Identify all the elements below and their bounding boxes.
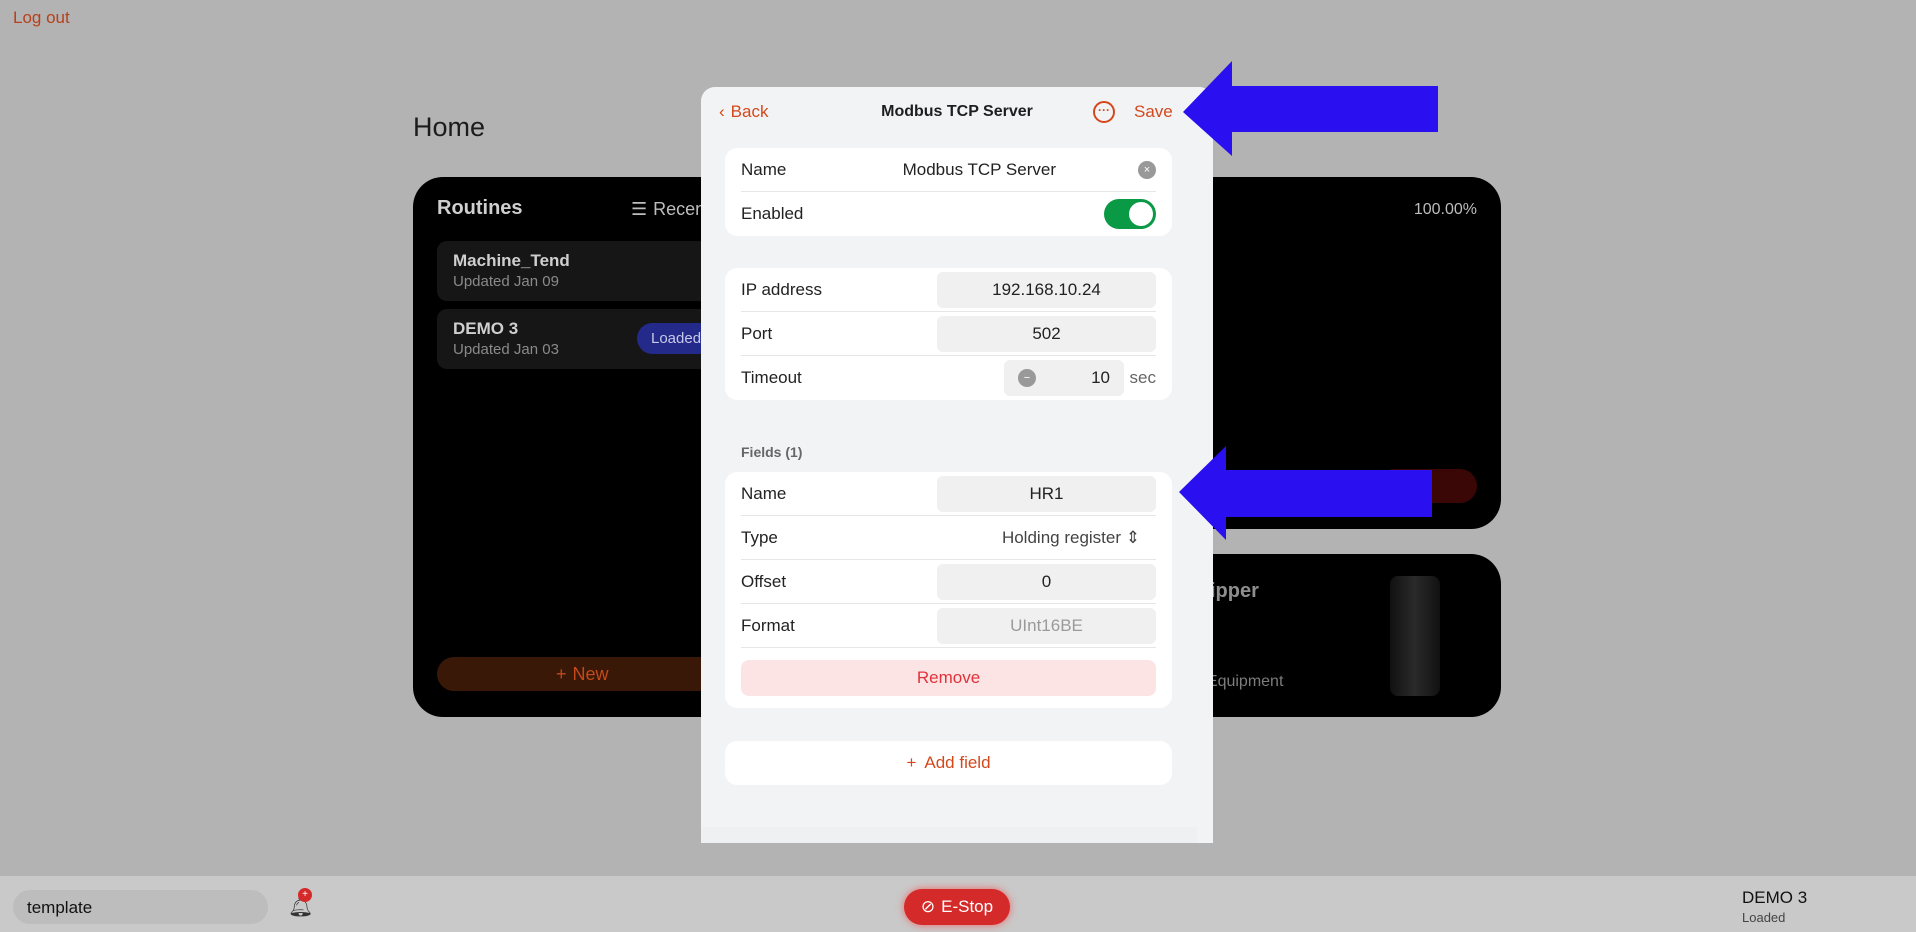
routines-title: Routines — [437, 197, 523, 219]
type-label: Type — [741, 527, 778, 547]
estop-label: E-Stop — [941, 897, 994, 916]
timeout-value: 10 — [1091, 368, 1110, 387]
field-name-label: Name — [741, 483, 787, 503]
gripper-image — [1390, 576, 1440, 696]
loaded-routine-status: Loaded — [1742, 910, 1786, 925]
speed-percent: 100.00% — [1413, 201, 1477, 218]
dialog-header: ‹ Back Modbus TCP Server ··· Save — [701, 87, 1213, 137]
page-title: Home — [413, 112, 486, 142]
enabled-label: Enabled — [741, 204, 804, 223]
type-value: Holding register — [1001, 527, 1122, 547]
port-label: Port — [741, 323, 773, 343]
notification-badge: + — [298, 888, 312, 902]
name-input[interactable]: Modbus TCP Server — [903, 160, 1056, 180]
save-button[interactable]: Save — [1134, 102, 1173, 122]
vertical-scrollbar[interactable] — [1197, 87, 1213, 827]
estop-button[interactable]: ⊘ E-Stop — [904, 889, 1010, 925]
offset-label: Offset — [741, 571, 787, 591]
arrow-to-save — [1183, 61, 1438, 156]
add-field-label: Add field — [924, 753, 991, 772]
plus-icon: + — [906, 753, 917, 772]
stop-icon: ⊘ — [920, 897, 936, 916]
enabled-toggle[interactable] — [1104, 199, 1156, 229]
timeout-stepper[interactable]: − 10 — [1004, 360, 1124, 396]
field-name-input[interactable]: HR1 — [937, 475, 1156, 512]
filter-icon: ☰ — [631, 199, 648, 219]
modbus-server-dialog: ‹ Back Modbus TCP Server ··· Save Name Mod… — [701, 87, 1213, 843]
clear-icon[interactable]: × — [1138, 160, 1156, 179]
general-section: Name Modbus TCP Server × Enabled — [725, 148, 1172, 236]
name-label: Name — [741, 159, 787, 179]
port-input[interactable]: 502 — [937, 315, 1156, 352]
new-label: New — [572, 663, 609, 684]
chevron-up-down-icon: ⇕ — [1125, 527, 1140, 547]
timeout-label: Timeout — [741, 368, 802, 387]
bottom-bar: template 🔔︎ + ⊘ E-Stop DEMO 3 Loaded — [0, 876, 1916, 932]
format-label: Format — [741, 615, 795, 635]
horizontal-scrollbar[interactable] — [701, 827, 1197, 843]
connection-section: IP address 192.168.10.24 Port 502 Timeout … — [725, 268, 1172, 400]
more-options-icon[interactable]: ··· — [1093, 101, 1115, 123]
remove-field-button[interactable]: Remove — [741, 660, 1156, 696]
minus-icon[interactable]: − — [1018, 369, 1036, 387]
template-input[interactable]: template — [13, 890, 268, 924]
plus-icon: + — [556, 663, 567, 684]
ip-address-input[interactable]: 192.168.10.24 — [937, 271, 1156, 308]
ip-label: IP address — [741, 279, 822, 299]
sort-button[interactable]: ☰ Recent — [631, 199, 710, 220]
robot-action-button[interactable] — [1377, 469, 1477, 503]
logout-link[interactable]: Log out — [13, 8, 70, 28]
type-select[interactable]: Holding register ⇕ — [1002, 528, 1140, 548]
timeout-unit: sec — [1129, 368, 1156, 387]
bell-icon[interactable]: 🔔︎ + — [288, 888, 313, 919]
fields-header: Fields (1) — [741, 444, 803, 460]
offset-input[interactable]: 0 — [937, 563, 1156, 600]
add-field-button[interactable]: + Add field — [725, 741, 1172, 785]
format-input: UInt16BE — [937, 607, 1156, 644]
loaded-routine-name: DEMO 3 — [1742, 888, 1808, 907]
field-section: Name HR1 Type Holding register ⇕ Offset 0 F… — [725, 472, 1172, 708]
